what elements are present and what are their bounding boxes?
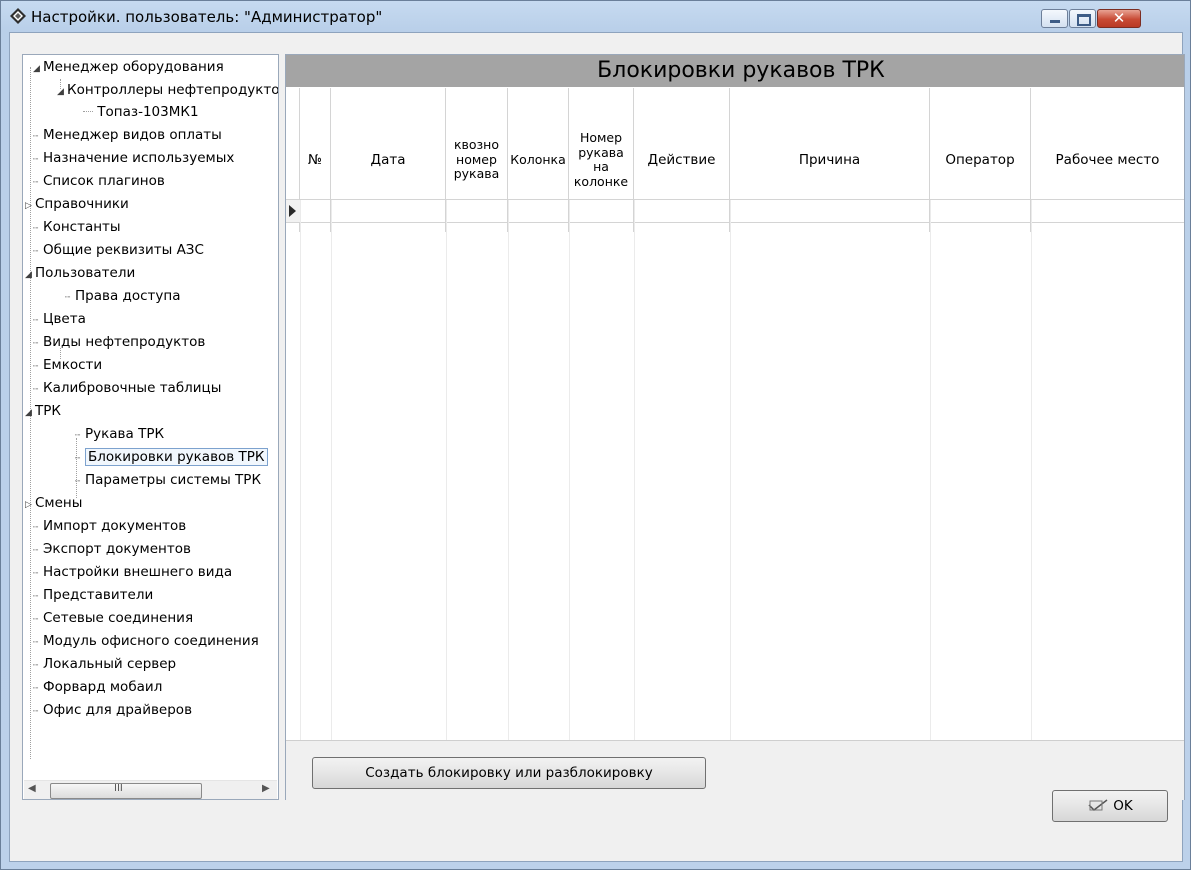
title-bar: Настройки. пользователь: "Администратор"… — [1, 1, 1190, 33]
tree-horizontal-scrollbar[interactable]: ◀ III ▶ — [24, 780, 277, 799]
tree-connector: ┈ — [33, 523, 39, 533]
ok-button[interactable]: OK — [1052, 790, 1168, 822]
tree-connector: ┈ — [33, 684, 39, 694]
column-divider — [508, 200, 509, 740]
grid-action-bar: Создать блокировку или разблокировку — [286, 740, 1184, 800]
tree-item-hoses[interactable]: ┈ Рукава ТРК — [75, 423, 164, 446]
column-divider — [331, 200, 332, 740]
tree-item-users[interactable]: ◢ Пользователи — [25, 262, 135, 285]
column-header-hose-number[interactable]: Номер рукава на колонке — [569, 88, 634, 232]
column-divider — [300, 200, 301, 740]
tree-item-representatives[interactable]: ┈ Представители — [33, 584, 153, 607]
scroll-right-icon[interactable]: ▶ — [262, 783, 270, 794]
tree-connector: ┈ — [33, 247, 39, 257]
tree-item-equipment-manager[interactable]: ◢ Менеджер оборудования — [33, 56, 224, 79]
tree-connector: ┈ — [33, 155, 39, 165]
tree-item-plugins[interactable]: ┈ Список плагинов — [33, 170, 165, 193]
minimize-button[interactable] — [1041, 9, 1068, 28]
tree-item-calibration[interactable]: ┈ Калибровочные таблицы — [33, 377, 221, 400]
tree-connector: ┈ — [33, 132, 39, 142]
expand-icon[interactable]: ◢ — [33, 58, 43, 81]
header-separator — [286, 199, 1184, 200]
tree-connector: ┈ — [75, 431, 81, 441]
tree-connector: ┈ — [33, 362, 39, 372]
column-divider — [730, 200, 731, 740]
tree-item-export[interactable]: ┈ Экспорт документов — [33, 538, 191, 561]
tree-item-station-details[interactable]: ┈ Общие реквизиты АЗС — [33, 239, 204, 262]
scroll-left-icon[interactable]: ◀ — [28, 783, 36, 794]
tree-item-appearance[interactable]: ┈ Настройки внешнего вида — [33, 561, 232, 584]
tree-item-access-rights[interactable]: ┈ Права доступа — [65, 285, 180, 308]
maximize-button[interactable] — [1069, 9, 1096, 28]
tree-connector: ┈ — [33, 638, 39, 648]
column-divider — [569, 200, 570, 740]
column-divider — [1031, 200, 1032, 740]
tree-connector: ┈ — [33, 569, 39, 579]
hose-locks-panel: Блокировки рукавов ТРК № Дата квозно ном… — [285, 54, 1185, 800]
tree-connector: ┈ — [33, 707, 39, 717]
settings-tree[interactable]: ◢ Менеджер оборудования ◢ Контроллеры нефт… — [22, 54, 279, 800]
create-lock-button[interactable]: Создать блокировку или разблокировку — [312, 757, 706, 789]
tree-item-network[interactable]: ┈ Сетевые соединения — [33, 607, 193, 630]
selected-item: Блокировки рукавов ТРК — [85, 448, 268, 466]
expand-icon[interactable]: ▷ — [25, 195, 35, 218]
column-header-action[interactable]: Действие — [634, 88, 730, 232]
scroll-thumb[interactable]: III — [50, 783, 202, 799]
tree-item-colors[interactable]: ┈ Цвета — [33, 308, 86, 331]
window-title: Настройки. пользователь: "Администратор" — [31, 8, 383, 26]
tree-connector: ┈ — [33, 339, 39, 349]
column-header-reason[interactable]: Причина — [730, 88, 930, 232]
tree-connector — [83, 111, 93, 112]
tree-connector: ┈ — [75, 454, 81, 464]
row-separator — [286, 222, 1184, 223]
column-header-through-number[interactable]: квозно номер рукава — [446, 88, 508, 232]
tree-connector: ┈ — [33, 546, 39, 556]
expand-icon[interactable]: ◢ — [25, 402, 35, 425]
tree-item-payment-manager[interactable]: ┈ Менеджер видов оплаты — [33, 124, 222, 147]
tree-item-constants[interactable]: ┈ Константы — [33, 216, 121, 239]
tree-connector: ┈ — [33, 178, 39, 188]
column-header-number[interactable]: № — [300, 88, 331, 232]
tree-item-topaz[interactable]: Топаз-103МК1 — [83, 101, 199, 124]
tree-item-trk[interactable]: ◢ ТРК — [25, 400, 61, 423]
tree-item-shifts[interactable]: ▷ Смены — [25, 492, 82, 515]
tree-item-local-server[interactable]: ┈ Локальный сервер — [33, 653, 176, 676]
column-header-column[interactable]: Колонка — [508, 88, 569, 232]
close-button[interactable]: ✕ — [1097, 9, 1141, 28]
app-icon — [10, 8, 26, 24]
tree-item-import[interactable]: ┈ Импорт документов — [33, 515, 186, 538]
tree-connector: ┈ — [33, 592, 39, 602]
tree-item-fuel-types[interactable]: ┈ Виды нефтепродуктов — [33, 331, 205, 354]
tree-item-references[interactable]: ▷ Справочники — [25, 193, 129, 216]
tree-item-office-module[interactable]: ┈ Модуль офисного соединения — [33, 630, 259, 653]
tree-item-forward-mobile[interactable]: ┈ Форвард мобаил — [33, 676, 162, 699]
tree-item-purpose[interactable]: ┈ Назначение используемых — [33, 147, 234, 170]
grid-title: Блокировки рукавов ТРК — [286, 55, 1184, 87]
column-divider — [930, 200, 931, 740]
tree-item-driver-office[interactable]: ┈ Офис для драйверов — [33, 699, 192, 722]
current-row-indicator-icon — [286, 200, 301, 222]
ok-check-icon — [1088, 799, 1108, 811]
tree-item-system-params[interactable]: ┈ Параметры системы ТРК — [75, 469, 261, 492]
tree-connector: ┈ — [33, 224, 39, 234]
tree-item-tanks[interactable]: ┈ Емкости — [33, 354, 102, 377]
tree-connector: ┈ — [33, 385, 39, 395]
expand-icon[interactable]: ◢ — [57, 81, 67, 104]
grip-icon: III — [114, 783, 123, 794]
column-header-operator[interactable]: Оператор — [930, 88, 1031, 232]
tree-connector: ┈ — [75, 477, 81, 487]
column-divider — [634, 200, 635, 740]
expand-icon[interactable]: ◢ — [25, 264, 35, 287]
column-divider — [446, 200, 447, 740]
tree-connector: ┈ — [33, 316, 39, 326]
close-icon: ✕ — [1112, 9, 1126, 27]
column-header-workplace[interactable]: Рабочее место — [1031, 88, 1184, 232]
tree-connector: ┈ — [33, 615, 39, 625]
tree-item-hose-locks[interactable]: ┈ Блокировки рукавов ТРК — [75, 446, 268, 469]
expand-icon[interactable]: ▷ — [25, 494, 35, 517]
tree-connector: ┈ — [65, 293, 71, 303]
tree-item-controllers[interactable]: ◢ Контроллеры нефтепродуктов — [57, 79, 278, 104]
tree-connector: ┈ — [33, 661, 39, 671]
column-header-date[interactable]: Дата — [331, 88, 446, 232]
